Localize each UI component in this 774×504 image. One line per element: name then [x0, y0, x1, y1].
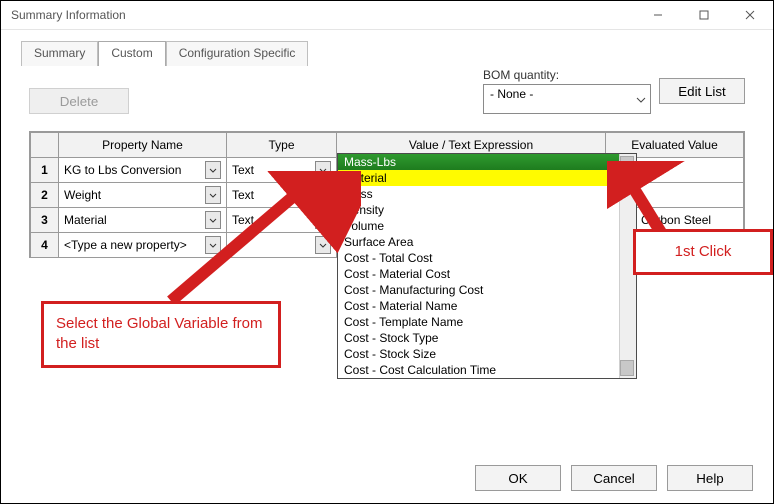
property-name-cell[interactable]: KG to Lbs Conversion: [64, 163, 181, 177]
bom-select-value: - None -: [490, 87, 533, 101]
property-name-cell[interactable]: Material: [64, 213, 107, 227]
chevron-down-icon: [209, 243, 217, 248]
bom-select[interactable]: - None -: [483, 84, 651, 114]
dropdown-item[interactable]: Cost - Material Name: [338, 298, 636, 314]
type-cell[interactable]: Text: [232, 213, 254, 227]
dropdown-item[interactable]: Cost - Stock Size: [338, 346, 636, 362]
property-dropdown-button[interactable]: [205, 211, 221, 229]
chevron-down-icon: [209, 193, 217, 198]
delete-button[interactable]: Delete: [29, 88, 129, 114]
dropdown-item[interactable]: Cost - Template Name: [338, 314, 636, 330]
maximize-icon: [699, 10, 709, 20]
dropdown-item[interactable]: Mass: [338, 186, 636, 202]
type-dropdown-button[interactable]: [315, 236, 331, 254]
dropdown-item[interactable]: Cost - Cost Calculation Time: [338, 362, 636, 378]
dialog-buttons: OK Cancel Help: [475, 465, 753, 491]
dropdown-item[interactable]: Cost - Total Cost: [338, 250, 636, 266]
scroll-down-icon[interactable]: [620, 360, 634, 376]
header-type: Type: [227, 133, 337, 158]
dropdown-item[interactable]: Volume: [338, 218, 636, 234]
type-cell[interactable]: Text: [232, 163, 254, 177]
dropdown-item[interactable]: Cost - Material Cost: [338, 266, 636, 282]
header-property: Property Name: [59, 133, 227, 158]
header-blank: [31, 133, 59, 158]
callout-first-click: 1st Click: [633, 229, 773, 275]
dropdown-item[interactable]: Cost - Stock Type: [338, 330, 636, 346]
row-number: 3: [31, 208, 59, 233]
property-name-cell[interactable]: <Type a new property>: [64, 238, 187, 252]
chevron-down-icon: [636, 92, 646, 106]
window-title: Summary Information: [11, 8, 126, 22]
callout-select-variable: Select the Global Variable from the list: [41, 301, 281, 368]
property-dropdown-button[interactable]: [205, 161, 221, 179]
close-icon: [745, 10, 755, 20]
bom-label: BOM quantity:: [483, 68, 651, 82]
chevron-down-icon: [319, 168, 327, 173]
chevron-down-icon: [319, 243, 327, 248]
close-button[interactable]: [727, 1, 773, 29]
dropdown-item[interactable]: Cost - Manufacturing Cost: [338, 282, 636, 298]
type-dropdown-button[interactable]: [315, 161, 331, 179]
row-number: 1: [31, 158, 59, 183]
type-dropdown-button[interactable]: [315, 186, 331, 204]
minimize-icon: [653, 10, 663, 20]
property-name-cell[interactable]: Weight: [64, 188, 101, 202]
chevron-down-icon: [319, 193, 327, 198]
property-dropdown-button[interactable]: [205, 236, 221, 254]
dropdown-item[interactable]: Density: [338, 202, 636, 218]
chevron-down-icon: [319, 218, 327, 223]
top-controls: Delete BOM quantity: - None - Edit List: [29, 68, 745, 114]
dropdown-item[interactable]: Material: [338, 170, 636, 186]
row-number: 2: [31, 183, 59, 208]
ok-button[interactable]: OK: [475, 465, 561, 491]
chevron-down-icon: [209, 218, 217, 223]
titlebar: Summary Information: [1, 1, 773, 30]
cancel-button[interactable]: Cancel: [571, 465, 657, 491]
minimize-button[interactable]: [635, 1, 681, 29]
dropdown-item[interactable]: Surface Area: [338, 234, 636, 250]
edit-list-button[interactable]: Edit List: [659, 78, 745, 104]
scroll-up-icon[interactable]: [620, 156, 634, 172]
dropdown-item[interactable]: Mass-Lbs: [338, 154, 636, 170]
chevron-down-icon: [209, 168, 217, 173]
help-button[interactable]: Help: [667, 465, 753, 491]
type-dropdown-button[interactable]: [315, 211, 331, 229]
window-controls: [635, 1, 773, 29]
property-dropdown-button[interactable]: [205, 186, 221, 204]
tab-custom[interactable]: Custom: [98, 41, 165, 66]
value-dropdown[interactable]: Mass-LbsMaterialMassDensityVolumeSurface…: [337, 153, 637, 379]
row-number: 4: [31, 233, 59, 258]
bom-row: BOM quantity: - None - Edit List: [483, 68, 745, 114]
summary-information-window: Summary Information Summary Custom Confi…: [0, 0, 774, 504]
maximize-button[interactable]: [681, 1, 727, 29]
type-cell[interactable]: Text: [232, 188, 254, 202]
